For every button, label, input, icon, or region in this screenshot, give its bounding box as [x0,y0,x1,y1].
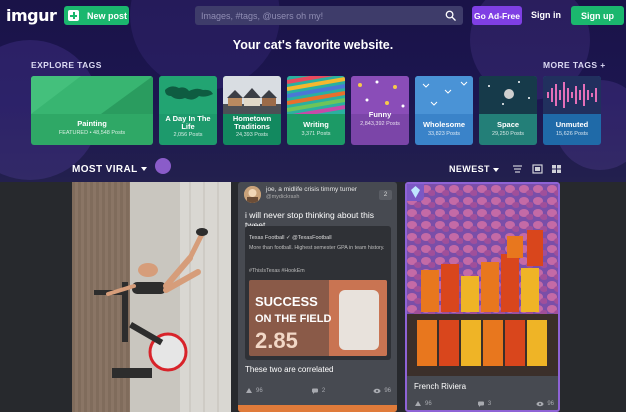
plus-icon [68,10,79,21]
tagline: Your cat's favorite website. [232,38,394,52]
new-post-button[interactable]: New post [64,6,129,25]
post-caption: French Riviera [414,382,467,391]
top-nav: imgur New post Go Ad-Free Sign in Sign u… [0,0,626,32]
tag-name: A Day In The Life [165,114,211,131]
search-input[interactable] [201,6,441,25]
comment-stat[interactable]: 3 [477,400,491,408]
view-stat: 96 [536,400,554,408]
decor-bubble [155,158,171,174]
view-count: 96 [547,401,554,407]
pencils-art [287,76,345,114]
tweet-body: More than football. Highest semester GPA… [249,245,385,251]
avatar [244,186,261,203]
tag-tile-hometown-traditions[interactable]: Hometown Traditions 24,393 Posts [223,76,281,145]
tag-tile-painting[interactable]: Painting FEATURED • 48,548 Posts [31,76,153,145]
newest-dropdown[interactable]: NEWEST [449,164,499,174]
post-image [72,182,231,412]
tag-tile-a-day-in-the-life[interactable]: A Day In The Life 2,056 Posts [159,76,217,145]
tweet-image-text-3: 2.85 [255,328,298,353]
upvote-count: 96 [425,401,432,407]
tweet-user: Texas Football ✓ @TexasFootball [249,235,332,241]
post-stats: 96 3 96 [414,398,554,410]
tag-name: Hometown Traditions [232,114,272,131]
search-icon[interactable] [445,10,456,21]
eye-icon [373,388,381,394]
tag-post-count: FEATURED • 48,548 Posts [58,130,126,136]
tag-tile-funny[interactable]: Funny 2,843,392 Posts [351,76,409,145]
space-art [479,76,537,114]
tag-tile-writing[interactable]: Writing 3,371 Posts [287,76,345,145]
tag-tile-space[interactable]: Space 29,250 Posts [479,76,537,145]
view-count: 96 [384,388,391,394]
tag-post-count: 15,626 Posts [555,131,589,137]
tag-post-count: 33,823 Posts [427,131,461,137]
sign-up-button[interactable]: Sign up [571,6,624,25]
tag-tile-wholesome[interactable]: Wholesome 33,823 Posts [415,76,473,145]
tag-name: Writing [303,120,329,129]
eye-icon [536,401,544,407]
tag-name: Wholesome [422,120,466,129]
sign-in-link[interactable]: Sign in [530,10,562,20]
view-stat: 96 [373,387,391,395]
sliders-icon[interactable] [512,164,523,174]
chevron-down-icon [140,167,147,172]
upvote-count: 96 [256,388,263,394]
sound-wave-art [543,76,601,114]
painting-art [31,76,153,114]
upvote-stat[interactable]: 96 [245,387,263,395]
user-name: joe, a midlife crisis timmy turner [266,186,358,193]
most-viral-dropdown[interactable]: MOST VIRAL [72,164,147,175]
post-image [407,184,558,376]
tweet-image-text-2: ON THE FIELD [255,313,331,325]
tag-post-count: 3,371 Posts [301,131,331,137]
post-caption: These two are correlated [245,365,334,374]
post-card[interactable]: French Riviera 96 3 96 [405,182,560,412]
tag-post-count: 24,393 Posts [235,132,269,138]
tag-tile-unmuted[interactable]: Unmuted 15,626 Posts [543,76,601,145]
comment-count: 2 [321,388,326,394]
explore-tags-heading: EXPLORE TAGS [31,60,102,70]
tweet-hashtags: #ThisIsTexas #HookEm [249,268,305,274]
post-stats: 96 2 96 [245,384,391,398]
tweet-image: SUCCESS ON THE FIELD 2.85 [249,280,387,356]
upvote-icon [415,401,421,406]
new-post-label: New post [87,10,128,21]
post-author[interactable]: joe, a midlife crisis timmy turner @mydi… [244,185,392,205]
imgur-logo[interactable]: imgur [6,6,57,25]
tag-name: Funny [368,110,392,119]
section-label: MOST VIRAL [72,164,138,175]
upvote-icon [246,388,252,393]
next-post-preview [238,405,397,412]
search-bar [195,6,463,25]
houses-art [223,76,281,114]
tag-name: Unmuted [555,120,589,129]
tag-post-count: 29,250 Posts [491,131,525,137]
comment-icon [311,388,318,394]
tweet-image-text-1: SUCCESS [255,294,318,309]
gem-icon [407,184,424,201]
tag-post-count: 2,843,392 Posts [360,121,400,127]
wholesome-pattern-art [415,76,473,114]
post-card[interactable] [72,182,231,412]
go-ad-free-button[interactable]: Go Ad-Free [472,6,522,25]
card-view-icon[interactable] [532,164,543,174]
chevron-down-icon [492,167,499,172]
order-label: NEWEST [449,164,490,174]
tag-name: Space [496,120,520,129]
more-tags-link[interactable]: MORE TAGS + [543,60,606,70]
embedded-tweet: Texas Football ✓ @TexasFootball More tha… [245,226,391,360]
funny-pattern-art [351,76,409,114]
comment-count: 3 [487,401,492,407]
upvote-stat[interactable]: 96 [414,400,432,408]
tag-name: Painting [77,119,107,128]
grid-view-icon[interactable] [551,164,562,174]
status-badge: 2 [379,190,392,200]
tag-post-count: 2,056 Posts [173,132,203,138]
comment-stat[interactable]: 2 [311,387,325,395]
user-handle: @mydickrash [266,194,300,200]
world-map-art [159,76,217,114]
post-card[interactable]: joe, a midlife crisis timmy turner @mydi… [238,182,397,412]
comment-icon [477,401,484,407]
